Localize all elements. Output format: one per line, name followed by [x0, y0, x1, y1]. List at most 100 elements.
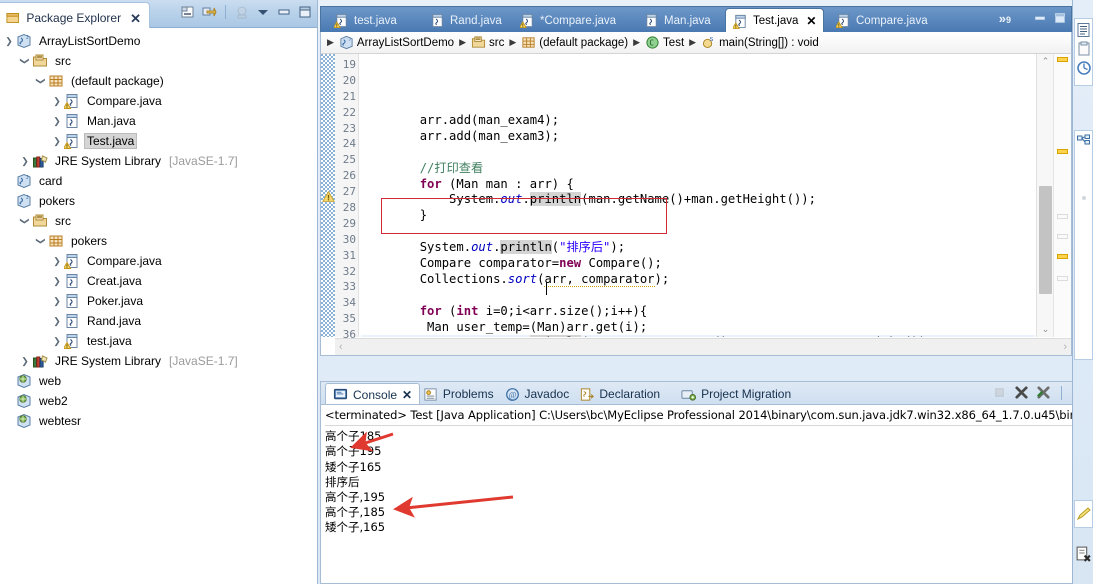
chevron-right-icon[interactable]: ❯ [50, 114, 64, 128]
link-with-editor-icon[interactable] [201, 4, 217, 20]
chevron-right-icon[interactable]: ❯ [50, 274, 64, 288]
tab-package-explorer[interactable]: Package Explorer ✕ [0, 2, 150, 28]
tree-item-pokers[interactable]: ❯ pokers [0, 231, 317, 251]
tree-item-poker-java[interactable]: ❯ Poker.java [0, 291, 317, 311]
editor-vertical-scrollbar[interactable]: ⌃ ⌄ [1036, 54, 1053, 337]
breadcrumb-item-arraylistsortdemo[interactable]: J ArrayListSortDemo [339, 35, 454, 50]
maximize-icon[interactable] [1053, 11, 1067, 25]
code-line[interactable]: for (Man man : arr) { [361, 177, 1035, 193]
code-line[interactable]: System.out.println("排序后"); [361, 240, 1035, 256]
code-line[interactable] [361, 224, 1035, 240]
overview-marker[interactable] [1057, 149, 1068, 154]
breadcrumb-item-src[interactable]: src [471, 35, 504, 50]
overview-marker[interactable] [1057, 254, 1068, 259]
editor-overview-ruler[interactable] [1053, 54, 1071, 337]
breadcrumb-item-main-string-void[interactable]: Smain(String[]) : void [701, 35, 819, 50]
tree-item-web2[interactable]: web2 [0, 391, 317, 411]
tree-item-test-java[interactable]: ❯ Test.java [0, 131, 317, 151]
scroll-right-arrow[interactable]: › [1063, 341, 1067, 353]
chevron-right-icon[interactable]: ❯ [50, 314, 64, 328]
breadcrumb-item-test[interactable]: C Test [645, 35, 684, 50]
terminate-icon[interactable] [992, 385, 1007, 400]
close-icon[interactable]: ✕ [806, 14, 816, 28]
tree-item-man-java[interactable]: ❯ Man.java [0, 111, 317, 131]
chevron-right-icon[interactable]: ❯ [50, 334, 64, 348]
editor-marker-bar[interactable] [321, 54, 335, 337]
tree-item-webtesr[interactable]: webtesr [0, 411, 317, 431]
chevron-right-icon[interactable]: ❯ [50, 134, 64, 148]
vertical-scrollbar-thumb[interactable] [1039, 186, 1052, 294]
tree-item-card[interactable]: Jcard [0, 171, 317, 191]
breadcrumb[interactable]: ▶ J ArrayListSortDemo ▶ src ▶ (default pack… [320, 32, 1072, 54]
focus-on-active-task-icon[interactable] [234, 4, 250, 20]
chevron-right-icon[interactable]: ❯ [18, 154, 32, 168]
tree-item-rand-java[interactable]: ❯ Rand.java [0, 311, 317, 331]
source-code[interactable]: arr.add(man_exam4); arr.add(man_exam3); … [361, 57, 1035, 337]
code-line[interactable]: Man user_temp=(Man)arr.get(i); [361, 320, 1035, 336]
code-line[interactable]: arr.add(man_exam3); [361, 129, 1035, 145]
editor-tab-compare-java[interactable]: *Compare.java [513, 8, 623, 33]
outline-view-icon[interactable] [1076, 22, 1092, 38]
close-icon[interactable]: ✕ [402, 388, 412, 402]
hierarchy-view-icon[interactable] [1076, 134, 1092, 150]
tree-item-pokers[interactable]: Jpokers [0, 191, 317, 211]
remove-launch-icon[interactable] [1014, 385, 1029, 400]
tree-item-jre-system-library[interactable]: ❯ JRE System Library [JavaSE-1.7] [0, 351, 317, 371]
minimize-icon[interactable] [1033, 11, 1047, 25]
code-line[interactable]: arr.add(man_exam4); [361, 113, 1035, 129]
tree-item-compare-java[interactable]: ❯ Compare.java [0, 91, 317, 111]
minimize-icon[interactable] [276, 4, 292, 20]
pencil-edit-icon[interactable] [1076, 506, 1092, 522]
code-line[interactable]: Collections.sort(arr, comparator); [361, 271, 1035, 288]
maximize-icon[interactable] [297, 4, 313, 20]
warning-marker-icon[interactable] [322, 190, 335, 203]
console-tab-problems[interactable]: Problems [416, 383, 501, 405]
tree-item-default-package[interactable]: ❯ (default package) [0, 71, 317, 91]
snippets-view-icon[interactable] [1076, 41, 1092, 57]
chevron-down-icon[interactable]: ❯ [34, 74, 48, 88]
code-line[interactable]: } [361, 208, 1035, 224]
tree-item-jre-system-library[interactable]: ❯ JRE System Library [JavaSE-1.7] [0, 151, 317, 171]
tree-item-src[interactable]: ❯ src [0, 51, 317, 71]
breadcrumb-item-default-package[interactable]: (default package) [521, 35, 628, 50]
task-list-icon[interactable] [1076, 190, 1092, 206]
overview-marker[interactable] [1057, 276, 1068, 281]
chevron-down-icon[interactable]: ❯ [18, 214, 32, 228]
console-tab-declaration[interactable]: Declaration [572, 383, 667, 405]
code-editor[interactable]: 19202122232425262728293031323334353637 a… [320, 54, 1072, 356]
console-tab-javadoc[interactable]: @ Javadoc [498, 383, 577, 405]
code-line[interactable] [361, 288, 1035, 304]
tree-item-compare-java[interactable]: ❯ Compare.java [0, 251, 317, 271]
chevron-right-icon[interactable]: ❯ [50, 294, 64, 308]
collapse-all-icon[interactable] [180, 4, 196, 20]
console-output[interactable]: <terminated> Test [Java Application] C:\… [320, 404, 1092, 584]
editor-tab-compare-java[interactable]: Compare.java [829, 8, 935, 33]
overview-marker[interactable] [1057, 214, 1068, 219]
clear-console-rail-icon[interactable] [1075, 545, 1092, 562]
progress-view-icon[interactable] [1076, 60, 1092, 76]
chevron-down-icon[interactable]: ❯ [18, 54, 32, 68]
editor-tab-rand-java[interactable]: Rand.java [423, 8, 509, 33]
chevron-right-icon[interactable]: ❯ [2, 34, 16, 48]
console-tab-console[interactable]: Console ✕ [325, 383, 421, 405]
code-line[interactable]: Compare comparator=new Compare(); [361, 256, 1035, 272]
close-icon[interactable]: ✕ [130, 12, 141, 25]
editor-horizontal-scrollbar[interactable]: ‹ › [335, 338, 1071, 355]
tree-item-web[interactable]: web [0, 371, 317, 391]
code-line[interactable]: System.out.println(user_temp.getName()+"… [361, 335, 1035, 337]
remove-all-terminated-icon[interactable] [1036, 385, 1051, 400]
tree-item-src[interactable]: ❯ src [0, 211, 317, 231]
console-tab-project-migration[interactable]: Project Migration [674, 383, 798, 405]
scroll-up-arrow[interactable]: ⌃ [1037, 54, 1054, 69]
tab-overflow-indicator[interactable]: »9 [999, 11, 1011, 26]
code-line[interactable]: //打印查看 [361, 161, 1035, 177]
code-line[interactable] [361, 145, 1035, 161]
overview-marker[interactable] [1057, 234, 1068, 239]
view-menu-icon[interactable] [255, 4, 271, 20]
tree-item-arraylistsortdemo[interactable]: ❯ J ArrayListSortDemo [0, 31, 317, 51]
editor-tab-man-java[interactable]: Man.java [637, 8, 718, 33]
overview-marker[interactable] [1057, 57, 1068, 62]
chevron-down-icon[interactable]: ❯ [34, 234, 48, 248]
code-line[interactable]: System.out.println(man.getName()+man.get… [361, 192, 1035, 208]
tree-item-creat-java[interactable]: ❯ Creat.java [0, 271, 317, 291]
